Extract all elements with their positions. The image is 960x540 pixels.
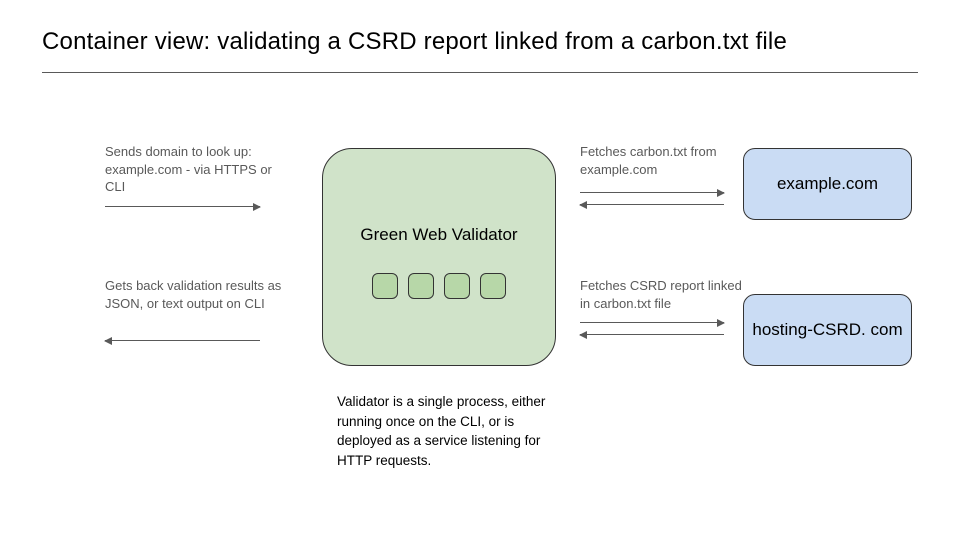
external-hosting: hosting-CSRD. com bbox=[743, 294, 912, 366]
validator-container: Green Web Validator bbox=[322, 148, 556, 366]
plugin-row bbox=[323, 273, 555, 299]
annotation-fetch-csrd: Fetches CSRD report linked in carbon.txt… bbox=[580, 277, 750, 312]
arrow-send bbox=[105, 206, 260, 207]
plugin-slot bbox=[444, 273, 470, 299]
external-example: example.com bbox=[743, 148, 912, 220]
plugin-slot bbox=[408, 273, 434, 299]
arrow-carbon-out bbox=[580, 192, 724, 193]
arrow-csrd-in bbox=[580, 334, 724, 335]
validator-label: Green Web Validator bbox=[323, 225, 555, 245]
annotation-fetch-carbon: Fetches carbon.txt from example.com bbox=[580, 143, 740, 178]
validator-caption: Validator is a single process, either ru… bbox=[337, 392, 567, 470]
annotation-get: Gets back validation results as JSON, or… bbox=[105, 277, 285, 312]
plugin-slot bbox=[372, 273, 398, 299]
arrow-carbon-in bbox=[580, 204, 724, 205]
plugin-slot bbox=[480, 273, 506, 299]
arrow-csrd-out bbox=[580, 322, 724, 323]
annotation-send: Sends domain to look up: example.com - v… bbox=[105, 143, 285, 196]
arrow-get bbox=[105, 340, 260, 341]
title-divider bbox=[42, 72, 918, 73]
page-title: Container view: validating a CSRD report… bbox=[42, 28, 787, 56]
